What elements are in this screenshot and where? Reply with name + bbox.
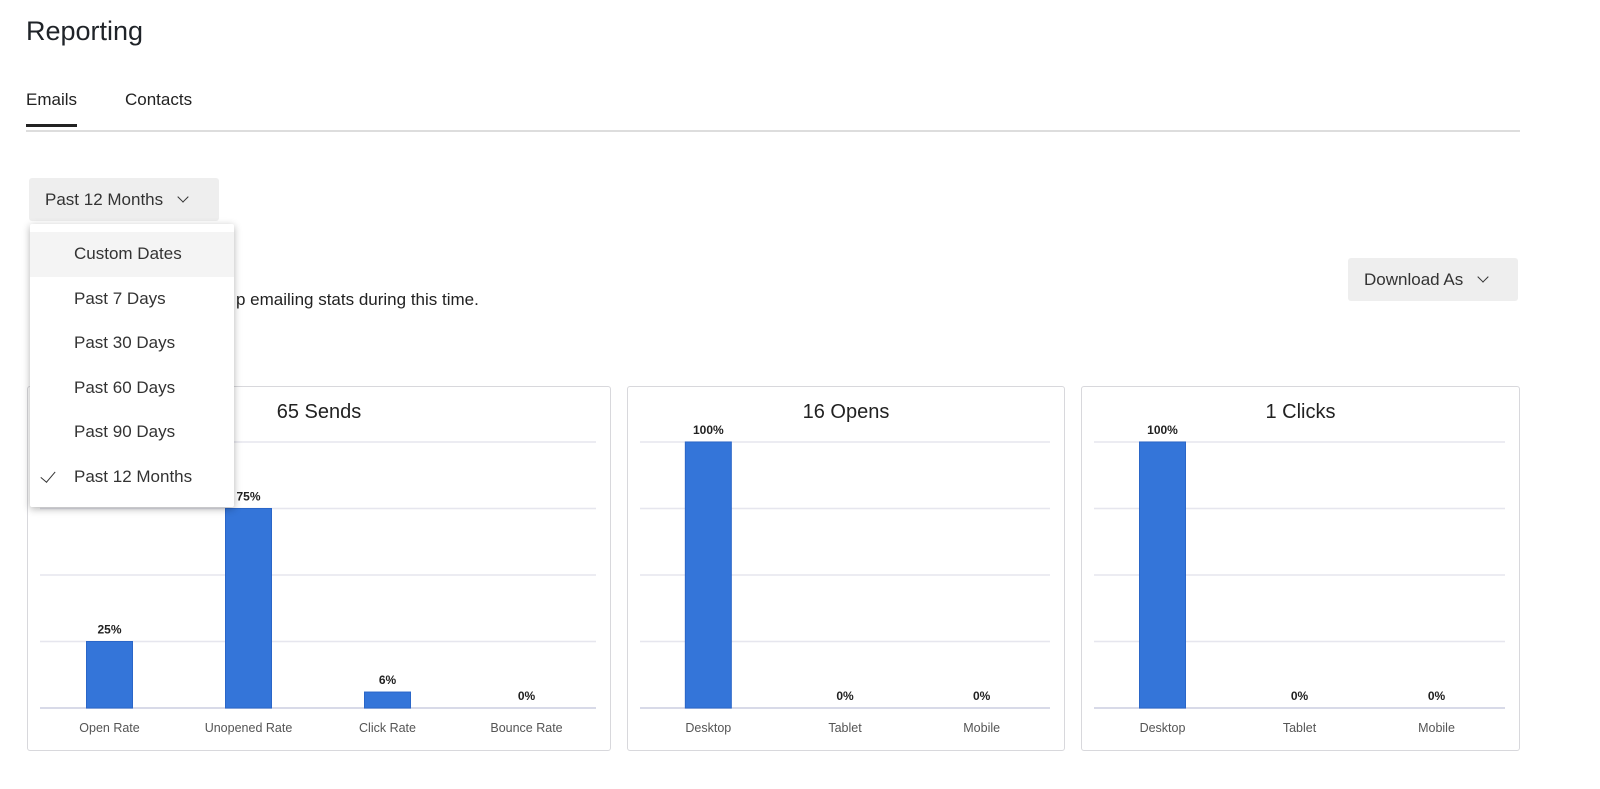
data-label: 0% xyxy=(973,689,991,703)
x-tick-label: Unopened Rate xyxy=(205,721,293,735)
menu-item-past-7-days[interactable]: Past 7 Days xyxy=(30,277,234,322)
x-tick-label: Click Rate xyxy=(359,721,416,735)
x-tick-label: Tablet xyxy=(1283,721,1317,735)
data-label: 100% xyxy=(1147,423,1178,437)
page-title: Reporting xyxy=(26,16,144,46)
menu-item-custom-dates[interactable]: Custom Dates xyxy=(30,232,234,277)
bar xyxy=(364,691,411,709)
x-tick-label: Mobile xyxy=(1418,721,1455,735)
menu-item-label: Past 30 Days xyxy=(74,333,176,353)
date-range-dropdown[interactable]: Past 12 Months xyxy=(29,178,219,221)
download-as-button[interactable]: Download As xyxy=(1348,258,1518,301)
chevron-down-icon xyxy=(177,191,189,203)
data-label: 0% xyxy=(836,689,854,703)
tab-emails[interactable]: Emails xyxy=(26,90,78,127)
x-tick-label: Desktop xyxy=(1140,721,1186,735)
opens-card: 16 Opens 100% Desktop 0% Tablet 0% Mobile xyxy=(627,386,1065,751)
data-label: 25% xyxy=(97,623,121,637)
download-label: Download As xyxy=(1364,269,1464,289)
x-tick-label: Desktop xyxy=(685,721,731,735)
clicks-card: 1 Clicks 100% Desktop 0% Tablet 0% Mobile xyxy=(1081,386,1520,751)
menu-item-label: Past 60 Days xyxy=(74,377,176,397)
subtitle: p emailing stats during this time. xyxy=(236,290,479,309)
x-tick-label: Open Rate xyxy=(79,721,140,735)
x-tick-label: Tablet xyxy=(828,721,862,735)
menu-item-past-90-days[interactable]: Past 90 Days xyxy=(30,410,234,455)
x-tick-label: Bounce Rate xyxy=(490,721,562,735)
data-label: 0% xyxy=(1428,689,1446,703)
menu-item-label: Custom Dates xyxy=(74,244,182,264)
x-tick-label: Mobile xyxy=(963,721,1000,735)
date-range-menu: Custom Dates Past 7 Days Past 30 Days Pa… xyxy=(30,224,234,507)
data-label: 0% xyxy=(518,689,536,703)
chart-title: 16 Opens xyxy=(802,401,890,423)
tab-contacts[interactable]: Contacts xyxy=(125,90,192,124)
bar xyxy=(86,641,133,709)
bar xyxy=(1139,441,1186,709)
menu-item-label: Past 90 Days xyxy=(74,422,176,442)
chevron-down-icon xyxy=(1477,271,1489,283)
data-label: 0% xyxy=(1291,689,1309,703)
clicks-chart: 100% Desktop 0% Tablet 0% Mobile xyxy=(1094,423,1505,735)
date-range-value: Past 12 Months xyxy=(45,189,164,209)
menu-item-past-60-days[interactable]: Past 60 Days xyxy=(30,366,234,411)
opens-chart: 100% Desktop 0% Tablet 0% Mobile xyxy=(640,423,1050,735)
data-label: 75% xyxy=(236,490,260,504)
check-icon xyxy=(40,466,56,483)
data-label: 100% xyxy=(693,423,724,437)
menu-item-label: Past 12 Months xyxy=(74,466,193,486)
chart-title: 1 Clicks xyxy=(1265,401,1336,423)
bar xyxy=(684,441,732,709)
menu-item-label: Past 7 Days xyxy=(74,288,166,308)
tab-bar: Emails Contacts xyxy=(26,90,1520,132)
bar xyxy=(225,508,272,709)
menu-item-past-30-days[interactable]: Past 30 Days xyxy=(30,321,234,366)
data-label: 6% xyxy=(379,673,397,687)
menu-item-past-12-months[interactable]: Past 12 Months xyxy=(30,455,234,500)
